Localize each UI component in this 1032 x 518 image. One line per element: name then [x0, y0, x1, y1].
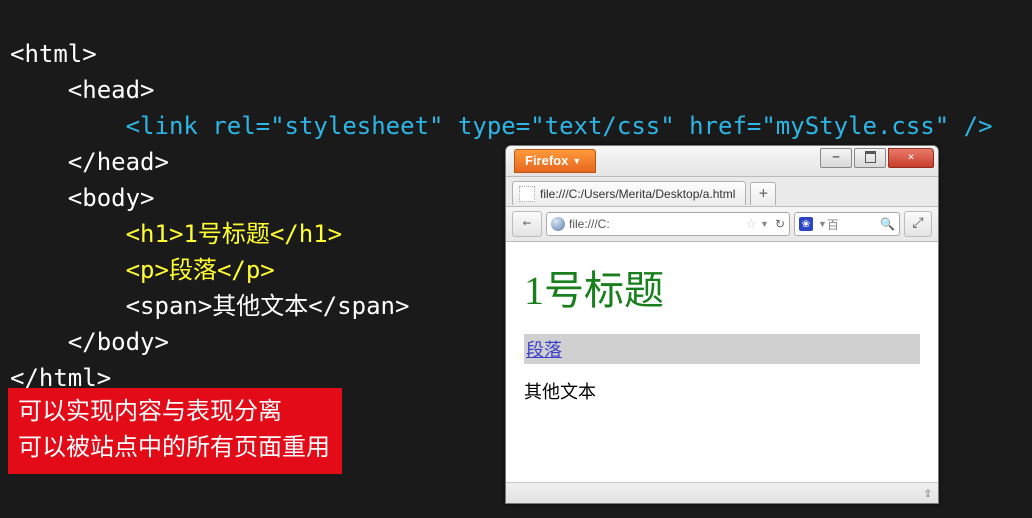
callout-box: 可以实现内容与表现分离 可以被站点中的所有页面重用 [8, 388, 342, 474]
url-bar[interactable]: file:///C: ☆ ▼ ↻ [546, 212, 790, 236]
document-icon [519, 186, 535, 202]
new-tab-button[interactable]: + [750, 182, 776, 205]
url-text: file:///C: [569, 217, 610, 231]
history-dropdown-icon[interactable]: ▼ [760, 219, 769, 229]
code-line: </head> [10, 148, 169, 176]
browser-tab[interactable]: file:///C:/Users/Merita/Desktop/a.html [512, 181, 746, 205]
search-placeholder: 百 [827, 216, 839, 233]
maximize-button[interactable] [854, 148, 886, 168]
code-line-p: <p>段落</p> [10, 256, 275, 284]
search-box[interactable]: ❀ ▼ 百 🔍 [794, 212, 900, 236]
tab-title: file:///C:/Users/Merita/Desktop/a.html [540, 187, 735, 201]
close-button[interactable] [888, 148, 934, 168]
code-line-h1: <h1>1号标题</h1> [10, 220, 342, 248]
fullscreen-button[interactable]: ⤢ [904, 211, 932, 237]
code-line: <span>其他文本</span> [10, 292, 409, 320]
firefox-label: Firefox [525, 153, 568, 168]
code-line: <html> [10, 40, 97, 68]
search-icon[interactable]: 🔍 [880, 217, 895, 231]
titlebar: Firefox ▼ [506, 146, 938, 177]
globe-icon [551, 217, 565, 231]
tab-strip: file:///C:/Users/Merita/Desktop/a.html + [506, 177, 938, 207]
code-line-link: <link rel="stylesheet" type="text/css" h… [10, 112, 993, 140]
code-line: <head> [10, 76, 155, 104]
window-controls [818, 148, 934, 168]
search-engine-icon: ❀ [799, 217, 813, 231]
code-line: <body> [10, 184, 155, 212]
code-line: </body> [10, 328, 169, 356]
rendered-span: 其他文本 [524, 378, 920, 404]
toolbar: ← file:///C: ☆ ▼ ↻ ❀ ▼ 百 🔍 ⤢ [506, 207, 938, 242]
minimize-button[interactable] [820, 148, 852, 168]
browser-window: Firefox ▼ file:///C:/Users/Merita/Desktop… [505, 145, 939, 504]
chevron-down-icon: ▼ [572, 156, 581, 166]
slide: <html> <head> <link rel="stylesheet" typ… [0, 0, 1032, 518]
firefox-menu-button[interactable]: Firefox ▼ [514, 149, 596, 173]
rendered-h1: 1号标题 [524, 258, 920, 316]
back-button[interactable]: ← [512, 211, 542, 237]
page-content: 1号标题 段落 其他文本 [506, 242, 938, 482]
callout-line-2: 可以被站点中的所有页面重用 [18, 430, 330, 466]
callout-line-1: 可以实现内容与表现分离 [18, 394, 330, 430]
reload-icon[interactable]: ↻ [775, 217, 785, 231]
status-bar: ⇪ [506, 482, 938, 503]
search-engine-dropdown-icon[interactable]: ▼ [818, 219, 827, 229]
share-icon[interactable]: ⇪ [924, 485, 932, 501]
bookmark-star-icon[interactable]: ☆ [745, 216, 757, 232]
rendered-p: 段落 [524, 334, 920, 364]
